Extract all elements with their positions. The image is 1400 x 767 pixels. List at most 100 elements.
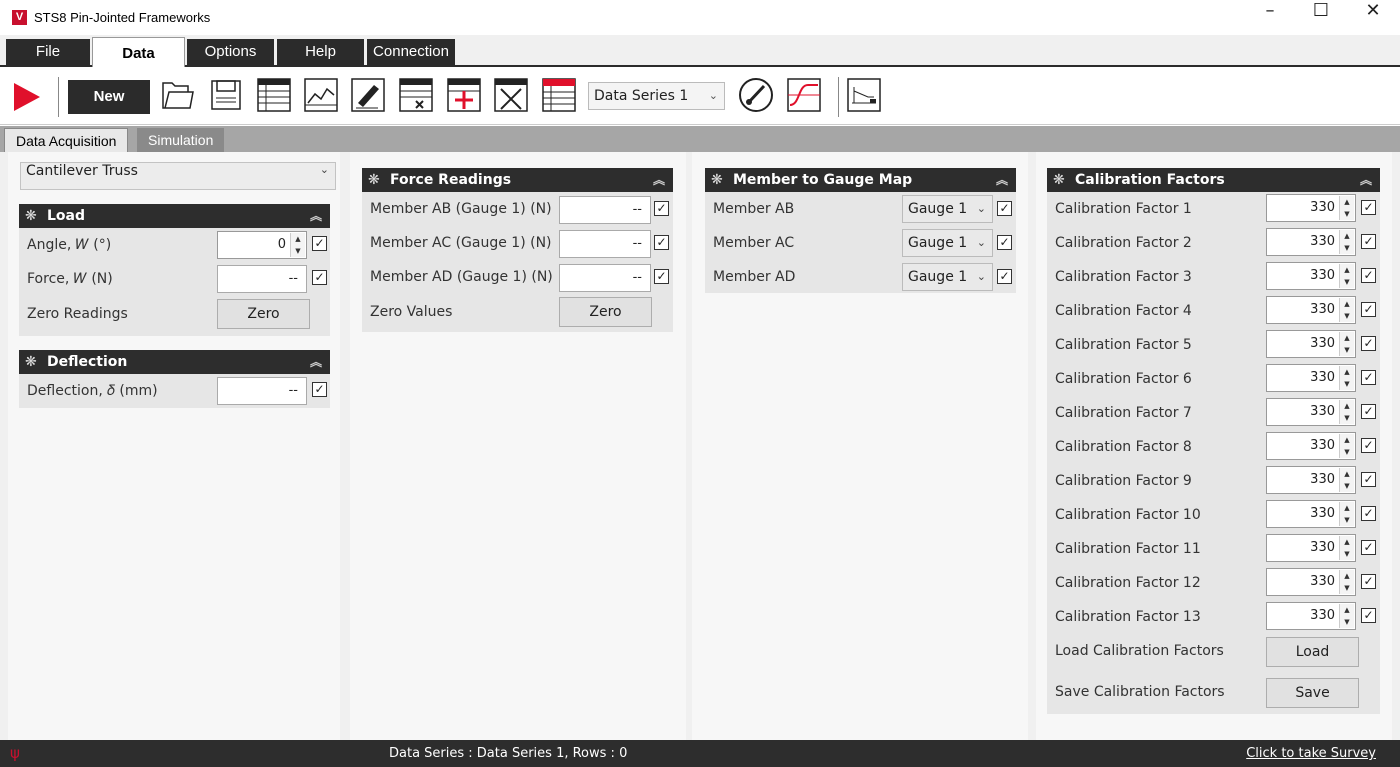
data-series-select[interactable]: Data Series 1 ⌄ — [588, 82, 725, 110]
gauge-select[interactable]: Gauge 1 ⌄ — [902, 229, 993, 257]
tab-data[interactable]: Data — [92, 37, 185, 67]
play-icon[interactable] — [14, 83, 40, 111]
gauge-map-checkbox[interactable]: ✓ — [997, 201, 1012, 216]
apparatus-icon[interactable] — [846, 77, 882, 113]
calibration-spinner[interactable]: 330 ▲ ▼ — [1266, 296, 1356, 324]
calibration-checkbox[interactable]: ✓ — [1361, 302, 1376, 317]
tab-connection[interactable]: Connection — [367, 39, 455, 65]
calibration-checkbox[interactable]: ✓ — [1361, 608, 1376, 623]
maximize-button[interactable]: ☐ — [1295, 0, 1347, 35]
collapse-icon[interactable]: ︽ — [310, 350, 322, 374]
table-icon[interactable] — [256, 77, 292, 113]
calibration-checkbox[interactable]: ✓ — [1361, 438, 1376, 453]
spin-arrows-icon[interactable]: ▲ ▼ — [1339, 264, 1354, 288]
load-panel-header[interactable]: ❋ Load ︽ — [19, 204, 330, 228]
calibration-spinner[interactable]: 330 ▲ ▼ — [1266, 568, 1356, 596]
tab-options[interactable]: Options — [187, 39, 274, 65]
force-row-field[interactable]: -- — [559, 196, 651, 224]
gauge-map-checkbox[interactable]: ✓ — [997, 235, 1012, 250]
collapse-icon[interactable]: ︽ — [310, 204, 322, 228]
gauge-icon[interactable] — [738, 77, 774, 113]
calibration-spinner[interactable]: 330 ▲ ▼ — [1266, 432, 1356, 460]
angle-spinner[interactable]: 0 ▲ ▼ — [217, 231, 307, 259]
calibration-checkbox[interactable]: ✓ — [1361, 472, 1376, 487]
gauge-map-panel-header[interactable]: ❋ Member to Gauge Map ︽ — [705, 168, 1016, 192]
close-button[interactable]: ✕ — [1347, 0, 1399, 35]
load-calibration-button[interactable]: Load — [1266, 637, 1359, 667]
gauge-select[interactable]: Gauge 1 ⌄ — [902, 195, 993, 223]
tab-help[interactable]: Help — [277, 39, 364, 65]
tab-simulation[interactable]: Simulation — [137, 128, 225, 152]
spin-arrows-icon[interactable]: ▲ ▼ — [1339, 230, 1354, 254]
force-row-checkbox[interactable]: ✓ — [654, 235, 669, 250]
calibration-spinner[interactable]: 330 ▲ ▼ — [1266, 228, 1356, 256]
spin-arrows-icon[interactable]: ▲ ▼ — [1339, 604, 1354, 628]
calibration-checkbox[interactable]: ✓ — [1361, 506, 1376, 521]
spin-arrows-icon[interactable]: ▲ ▼ — [1339, 468, 1354, 492]
zero-readings-button[interactable]: Zero — [217, 299, 310, 329]
curve-icon[interactable] — [786, 77, 822, 113]
force-row-checkbox[interactable]: ✓ — [654, 201, 669, 216]
tab-file[interactable]: File — [6, 39, 90, 65]
spin-arrows-icon[interactable]: ▲ ▼ — [1339, 366, 1354, 390]
minimize-button[interactable]: – — [1244, 0, 1296, 35]
spin-arrows-icon[interactable]: ▲ ▼ — [1339, 502, 1354, 526]
collapse-icon[interactable]: ︽ — [996, 168, 1008, 192]
line-graph-icon[interactable] — [303, 77, 339, 113]
force-row-checkbox[interactable]: ✓ — [654, 269, 669, 284]
deflection-checkbox[interactable]: ✓ — [312, 382, 327, 397]
load-panel-title: Load — [47, 208, 86, 224]
spin-arrows-icon[interactable]: ▲ ▼ — [1339, 196, 1354, 220]
force-checkbox[interactable]: ✓ — [312, 270, 327, 285]
edit-icon[interactable] — [350, 77, 386, 113]
spin-arrows-icon[interactable]: ▲ ▼ — [1339, 298, 1354, 322]
gauge-map-checkbox[interactable]: ✓ — [997, 269, 1012, 284]
calibration-spinner[interactable]: 330 ▲ ▼ — [1266, 534, 1356, 562]
gauge-select[interactable]: Gauge 1 ⌄ — [902, 263, 993, 291]
spin-arrows-icon[interactable]: ▲ ▼ — [1339, 570, 1354, 594]
force-row-field[interactable]: -- — [559, 230, 651, 258]
spin-arrows-icon[interactable]: ▲ ▼ — [1339, 332, 1354, 356]
calibration-spinner[interactable]: 330 ▲ ▼ — [1266, 194, 1356, 222]
calibration-checkbox[interactable]: ✓ — [1361, 404, 1376, 419]
deflection-field[interactable]: -- — [217, 377, 307, 405]
tab-data-acquisition[interactable]: Data Acquisition — [4, 128, 129, 152]
spin-arrows-icon[interactable]: ▲ ▼ — [1339, 434, 1354, 458]
force-row-field[interactable]: -- — [559, 264, 651, 292]
collapse-icon[interactable]: ︽ — [1360, 168, 1372, 192]
calibration-spinner[interactable]: 330 ▲ ▼ — [1266, 602, 1356, 630]
open-folder-icon[interactable] — [160, 77, 196, 113]
save-calibration-button[interactable]: Save — [1266, 678, 1359, 708]
save-icon[interactable] — [208, 77, 244, 113]
calibration-checkbox[interactable]: ✓ — [1361, 370, 1376, 385]
calibration-checkbox[interactable]: ✓ — [1361, 574, 1376, 589]
force-panel-header[interactable]: ❋ Force Readings ︽ — [362, 168, 673, 192]
experiment-select[interactable]: Cantilever Truss ⌄ — [20, 162, 336, 190]
calibration-checkbox[interactable]: ✓ — [1361, 234, 1376, 249]
calibration-spinner[interactable]: 330 ▲ ▼ — [1266, 398, 1356, 426]
zero-values-button[interactable]: Zero — [559, 297, 652, 327]
clear-table-icon[interactable] — [493, 77, 529, 113]
calibration-spinner[interactable]: 330 ▲ ▼ — [1266, 466, 1356, 494]
collapse-icon[interactable]: ︽ — [653, 168, 665, 192]
calibration-checkbox[interactable]: ✓ — [1361, 268, 1376, 283]
survey-link[interactable]: Click to take Survey — [1246, 740, 1376, 767]
calibration-checkbox[interactable]: ✓ — [1361, 200, 1376, 215]
deflection-panel-header[interactable]: ❋ Deflection ︽ — [19, 350, 330, 374]
calibration-spinner[interactable]: 330 ▲ ▼ — [1266, 262, 1356, 290]
spin-arrows-icon[interactable]: ▲ ▼ — [1339, 536, 1354, 560]
calibration-spinner[interactable]: 330 ▲ ▼ — [1266, 364, 1356, 392]
calibration-panel-header[interactable]: ❋ Calibration Factors ︽ — [1047, 168, 1380, 192]
angle-checkbox[interactable]: ✓ — [312, 236, 327, 251]
table-header-icon[interactable] — [541, 77, 577, 113]
spin-arrows-icon[interactable]: ▲ ▼ — [1339, 400, 1354, 424]
calibration-checkbox[interactable]: ✓ — [1361, 336, 1376, 351]
calibration-spinner[interactable]: 330 ▲ ▼ — [1266, 500, 1356, 528]
new-button[interactable]: New — [68, 80, 150, 114]
force-field[interactable]: -- — [217, 265, 307, 293]
add-row-icon[interactable] — [446, 77, 482, 113]
spin-arrows-icon[interactable]: ▲ ▼ — [290, 233, 305, 257]
calibration-spinner[interactable]: 330 ▲ ▼ — [1266, 330, 1356, 358]
delete-row-icon[interactable] — [398, 77, 434, 113]
calibration-checkbox[interactable]: ✓ — [1361, 540, 1376, 555]
